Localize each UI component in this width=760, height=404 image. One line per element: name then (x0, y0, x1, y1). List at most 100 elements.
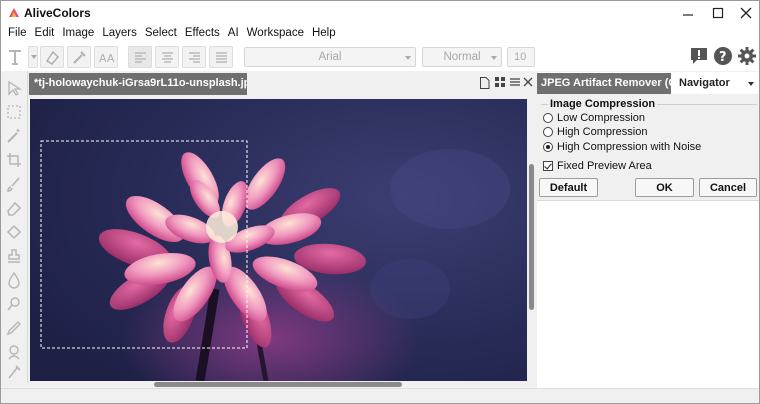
menu-ai[interactable]: AI (225, 25, 244, 43)
align-right-icon (189, 52, 200, 63)
text-color-button[interactable] (40, 46, 64, 68)
align-right-button[interactable] (182, 46, 206, 68)
feedback-icon (691, 48, 707, 64)
svg-text:?: ? (719, 50, 727, 65)
magic-wand-icon[interactable] (5, 127, 23, 145)
document-tab-title: *tj-holowaychuk-iGrsa9rL11o-unsplash.jpg (34, 77, 247, 89)
font-family-select[interactable]: Arial (244, 47, 416, 67)
radio-low-compression[interactable] (543, 113, 553, 123)
menu-edit[interactable]: Edit (32, 25, 60, 43)
settings-button[interactable] (737, 46, 757, 66)
close-button[interactable] (731, 1, 759, 25)
fixed-preview-checkbox[interactable] (543, 161, 553, 171)
text-case-button[interactable]: AA (94, 46, 118, 68)
fill-icon[interactable] (5, 223, 23, 241)
stamp-icon[interactable] (5, 247, 23, 265)
image-canvas[interactable] (30, 99, 527, 381)
menu-bar: File Edit Image Layers Select Effects AI… (1, 25, 759, 43)
maximize-button[interactable] (703, 1, 733, 25)
panel-empty-area (537, 200, 759, 388)
settings-icon (738, 47, 756, 65)
text-tool-icon (9, 50, 21, 65)
title-bar: AliveColors (1, 1, 759, 25)
flower-photo (30, 99, 527, 381)
document-tabbar: *tj-holowaychuk-iGrsa9rL11o-unsplash.jpg (29, 72, 534, 95)
align-left-icon (135, 52, 146, 63)
menu-layers[interactable]: Layers (99, 25, 142, 43)
clone-icon[interactable] (5, 343, 23, 361)
tab-navigator[interactable]: Navigator (679, 77, 730, 89)
svg-text:AA: AA (99, 52, 115, 65)
options-toolbar: AA Arial Normal 10 ? (1, 43, 759, 71)
status-bar (1, 388, 759, 403)
chevron-down-icon[interactable] (748, 82, 754, 86)
smudge-icon[interactable] (5, 363, 23, 381)
default-button[interactable]: Default (539, 178, 598, 197)
list-icon[interactable] (510, 77, 521, 88)
horizontal-scroll-thumb[interactable] (154, 382, 402, 387)
chevron-down-icon (405, 56, 411, 60)
menu-workspace[interactable]: Workspace (244, 25, 309, 43)
horizontal-scrollbar[interactable] (30, 381, 528, 388)
help-button[interactable]: ? (713, 46, 733, 66)
document-icon[interactable] (479, 77, 490, 89)
close-icon[interactable] (523, 77, 533, 87)
menu-select[interactable]: Select (142, 25, 182, 43)
text-case-icon: AA (99, 52, 115, 65)
font-family-value: Arial (318, 51, 342, 63)
tools-panel (1, 71, 28, 383)
eraser-icon[interactable] (5, 199, 23, 217)
menu-help[interactable]: Help (309, 25, 341, 43)
pencil-icon[interactable] (5, 319, 23, 337)
text-color-icon (45, 50, 60, 65)
cancel-button[interactable]: Cancel (699, 178, 757, 197)
font-size-value: 10 (514, 51, 527, 63)
font-style-select[interactable]: Normal (422, 47, 502, 67)
image-compression-title: Image Compression (548, 98, 658, 110)
minimize-button[interactable] (673, 1, 703, 25)
align-left-button[interactable] (128, 46, 152, 68)
radio-high-compression[interactable] (543, 127, 553, 137)
document-tab[interactable]: *tj-holowaychuk-iGrsa9rL11o-unsplash.jpg (29, 73, 247, 95)
menu-file[interactable]: File (5, 25, 32, 43)
option-label: Low Compression (557, 112, 646, 124)
align-justify-icon (216, 52, 227, 63)
eyedropper-icon (73, 51, 86, 64)
brush-icon[interactable] (5, 175, 23, 193)
move-icon[interactable] (5, 79, 23, 97)
close-icon (740, 7, 752, 19)
option-label: High Compression (557, 126, 648, 138)
grid-view-icon[interactable] (495, 77, 506, 88)
app-window: AliveColors File Edit Image Layers Selec… (0, 0, 760, 404)
font-size-input[interactable]: 10 (507, 47, 535, 67)
dodge-icon[interactable] (5, 295, 23, 313)
drop-icon[interactable] (5, 271, 23, 289)
alivecolors-logo-icon (9, 8, 19, 17)
vertical-scrollbar[interactable] (528, 99, 535, 385)
maximize-icon (712, 7, 724, 19)
cancel-button-label: Cancel (709, 182, 747, 194)
minimize-icon (683, 14, 693, 16)
align-center-button[interactable] (155, 46, 179, 68)
font-style-value: Normal (443, 51, 481, 63)
tab-jpeg-artifact-remover-label: JPEG Artifact Remover (C... (541, 77, 671, 89)
text-tool-button[interactable] (5, 47, 27, 67)
crop-icon[interactable] (5, 151, 23, 169)
menu-effects[interactable]: Effects (182, 25, 225, 43)
jpeg-artifact-settings: Image Compression Low Compression High C… (537, 94, 759, 200)
ok-button[interactable]: OK (635, 178, 694, 197)
tab-jpeg-artifact-remover[interactable]: JPEG Artifact Remover (C... (537, 73, 671, 94)
option-label: High Compression with Noise (557, 141, 702, 153)
default-button-label: Default (549, 182, 588, 194)
selection-icon[interactable] (5, 103, 23, 121)
eyedropper-button[interactable] (67, 46, 91, 68)
vertical-scroll-thumb[interactable] (529, 164, 534, 310)
ok-button-label: OK (656, 182, 673, 194)
radio-high-compression-noise[interactable] (543, 142, 553, 152)
align-justify-button[interactable] (209, 46, 233, 68)
panel-tabbar: JPEG Artifact Remover (C... Navigator (537, 72, 759, 94)
menu-image[interactable]: Image (59, 25, 99, 43)
feedback-button[interactable] (689, 46, 709, 66)
text-options-dropdown[interactable] (28, 46, 38, 68)
align-center-icon (162, 52, 173, 63)
